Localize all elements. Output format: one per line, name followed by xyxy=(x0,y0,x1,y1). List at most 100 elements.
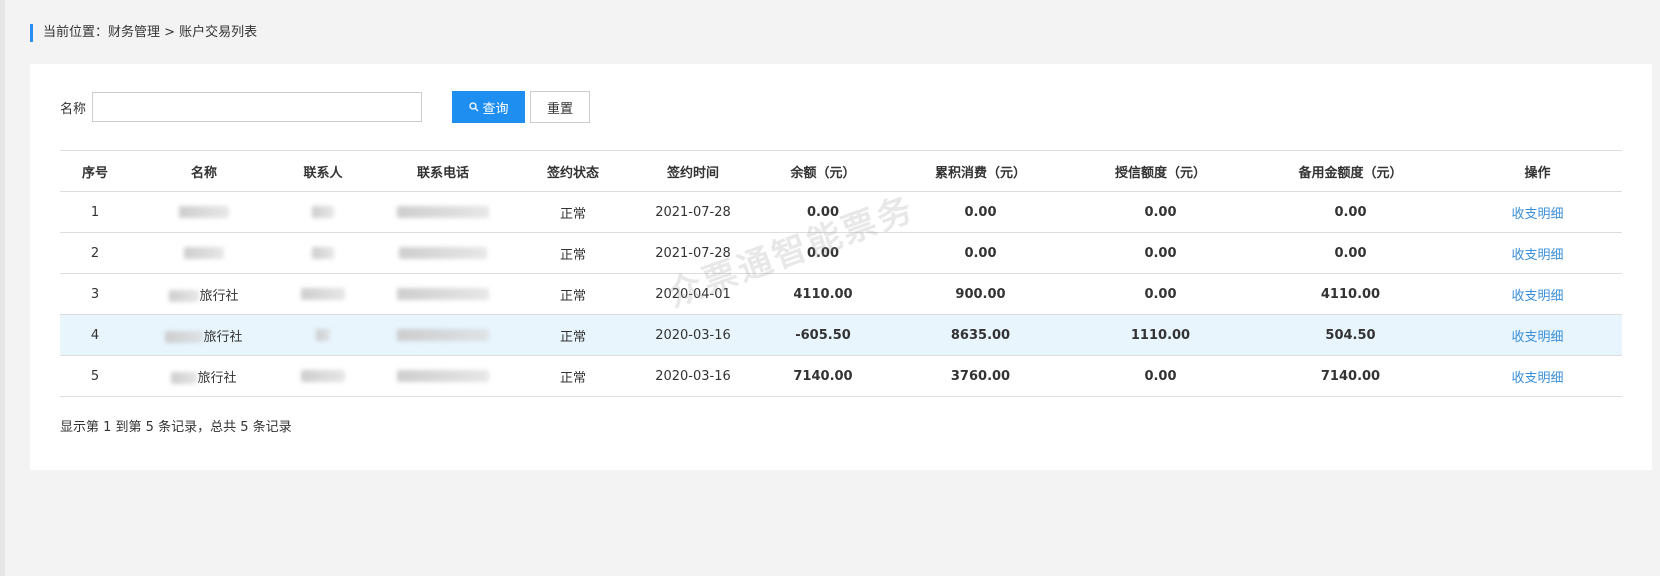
redacted-phone xyxy=(397,288,489,300)
cell-action: 收支明细 xyxy=(1453,355,1622,397)
cell-name: 旅行社 xyxy=(130,273,278,315)
table-row: 2 正常 2021-07-28 0.00 0.00 0.00 0.00 收支明细 xyxy=(60,232,1622,274)
cell-balance: 4110.00 xyxy=(758,273,888,315)
column-header-name: 名称 xyxy=(130,150,278,192)
cell-credit: 0.00 xyxy=(1073,273,1248,315)
cell-index: 3 xyxy=(60,273,130,315)
column-header-balance: 余额（元） xyxy=(758,150,888,192)
name-label: 名称 xyxy=(60,101,87,117)
cell-date: 2020-03-16 xyxy=(628,314,758,356)
cell-balance: -605.50 xyxy=(758,314,888,356)
cell-contact xyxy=(278,314,368,356)
detail-link[interactable]: 收支明细 xyxy=(1511,371,1563,386)
cell-date: 2021-07-28 xyxy=(628,232,758,274)
cell-credit: 0.00 xyxy=(1073,355,1248,397)
detail-link[interactable]: 收支明细 xyxy=(1511,330,1563,345)
cell-name: 旅行社 xyxy=(130,314,278,356)
cell-consumption: 0.00 xyxy=(888,191,1073,233)
cell-credit: 0.00 xyxy=(1073,191,1248,233)
column-header-date: 签约时间 xyxy=(628,150,758,192)
cell-index: 4 xyxy=(60,314,130,356)
cell-action: 收支明细 xyxy=(1453,314,1622,356)
column-header-action: 操作 xyxy=(1453,150,1622,192)
name-suffix: 旅行社 xyxy=(199,288,239,304)
cell-name xyxy=(130,232,278,274)
transaction-table: 序号 名称 联系人 联系电话 签约状态 签约时间 余额（元） 累积消费（元） 授… xyxy=(60,150,1622,397)
breadcrumb: 当前位置：财务管理 > 账户交易列表 xyxy=(30,24,257,42)
redacted-name-prefix xyxy=(165,331,204,343)
table-row-highlighted: 4 旅行社 正常 2020-03-16 -605.50 8635.00 1110… xyxy=(60,314,1622,356)
cell-contact xyxy=(278,355,368,397)
search-bar: 名称 查询 重置 xyxy=(60,90,591,124)
cell-phone xyxy=(368,314,518,356)
cell-phone xyxy=(368,273,518,315)
redacted-name-prefix xyxy=(171,372,198,384)
cell-consumption: 8635.00 xyxy=(888,314,1073,356)
table-header: 序号 名称 联系人 联系电话 签约状态 签约时间 余额（元） 累积消费（元） 授… xyxy=(60,150,1622,192)
column-header-contact: 联系人 xyxy=(278,150,368,192)
query-button[interactable]: 查询 xyxy=(452,91,526,123)
cell-status: 正常 xyxy=(518,232,628,274)
detail-link[interactable]: 收支明细 xyxy=(1511,248,1563,263)
redacted-contact xyxy=(312,247,334,259)
redacted-name xyxy=(179,206,229,218)
table-row: 5 旅行社 正常 2020-03-16 7140.00 3760.00 0.00… xyxy=(60,355,1622,397)
cell-action: 收支明细 xyxy=(1453,232,1622,274)
redacted-phone xyxy=(399,247,487,259)
cell-date: 2021-07-28 xyxy=(628,191,758,233)
reset-button[interactable]: 重置 xyxy=(530,91,591,123)
cell-status: 正常 xyxy=(518,191,628,233)
cell-index: 1 xyxy=(60,191,130,233)
cell-balance: 0.00 xyxy=(758,232,888,274)
cell-reserve: 504.50 xyxy=(1248,314,1453,356)
cell-reserve: 4110.00 xyxy=(1248,273,1453,315)
cell-name xyxy=(130,191,278,233)
cell-balance: 0.00 xyxy=(758,191,888,233)
redacted-phone xyxy=(397,370,489,382)
cell-status: 正常 xyxy=(518,355,628,397)
redacted-contact xyxy=(312,206,334,218)
cell-date: 2020-03-16 xyxy=(628,355,758,397)
cell-phone xyxy=(368,355,518,397)
detail-link[interactable]: 收支明细 xyxy=(1511,207,1563,222)
cell-credit: 0.00 xyxy=(1073,232,1248,274)
redacted-contact xyxy=(301,288,345,300)
cell-consumption: 0.00 xyxy=(888,232,1073,274)
cell-index: 2 xyxy=(60,232,130,274)
cell-action: 收支明细 xyxy=(1453,273,1622,315)
column-header-phone: 联系电话 xyxy=(368,150,518,192)
cell-balance: 7140.00 xyxy=(758,355,888,397)
redacted-contact xyxy=(316,329,330,341)
detail-link[interactable]: 收支明细 xyxy=(1511,289,1563,304)
cell-contact xyxy=(278,232,368,274)
cell-reserve: 0.00 xyxy=(1248,232,1453,274)
pagination-summary: 显示第 1 到第 5 条记录，总共 5 条记录 xyxy=(60,420,292,435)
search-icon xyxy=(468,102,478,112)
cell-name: 旅行社 xyxy=(130,355,278,397)
column-header-index: 序号 xyxy=(60,150,130,192)
cell-index: 5 xyxy=(60,355,130,397)
redacted-phone xyxy=(397,329,489,341)
table-row: 1 正常 2021-07-28 0.00 0.00 0.00 0.00 收支明细 xyxy=(60,191,1622,233)
column-header-consumption: 累积消费（元） xyxy=(888,150,1073,192)
cell-contact xyxy=(278,273,368,315)
table-row: 3 旅行社 正常 2020-04-01 4110.00 900.00 0.00 … xyxy=(60,273,1622,315)
column-header-credit: 授信额度（元） xyxy=(1073,150,1248,192)
redacted-name xyxy=(184,247,224,259)
cell-status: 正常 xyxy=(518,273,628,315)
query-button-label: 查询 xyxy=(482,101,509,117)
name-search-input[interactable] xyxy=(92,92,423,122)
cell-phone xyxy=(368,191,518,233)
cell-contact xyxy=(278,191,368,233)
cell-phone xyxy=(368,232,518,274)
redacted-name-prefix xyxy=(169,290,200,302)
name-suffix: 旅行社 xyxy=(203,329,243,345)
main-panel: 名称 查询 重置 序号 名称 联系人 联系电话 签约状态 签约时间 余额（元） … xyxy=(30,64,1652,470)
redacted-phone xyxy=(397,206,489,218)
cell-reserve: 7140.00 xyxy=(1248,355,1453,397)
cell-reserve: 0.00 xyxy=(1248,191,1453,233)
column-header-reserve: 备用金额度（元） xyxy=(1248,150,1453,192)
column-header-status: 签约状态 xyxy=(518,150,628,192)
cell-action: 收支明细 xyxy=(1453,191,1622,233)
cell-consumption: 900.00 xyxy=(888,273,1073,315)
